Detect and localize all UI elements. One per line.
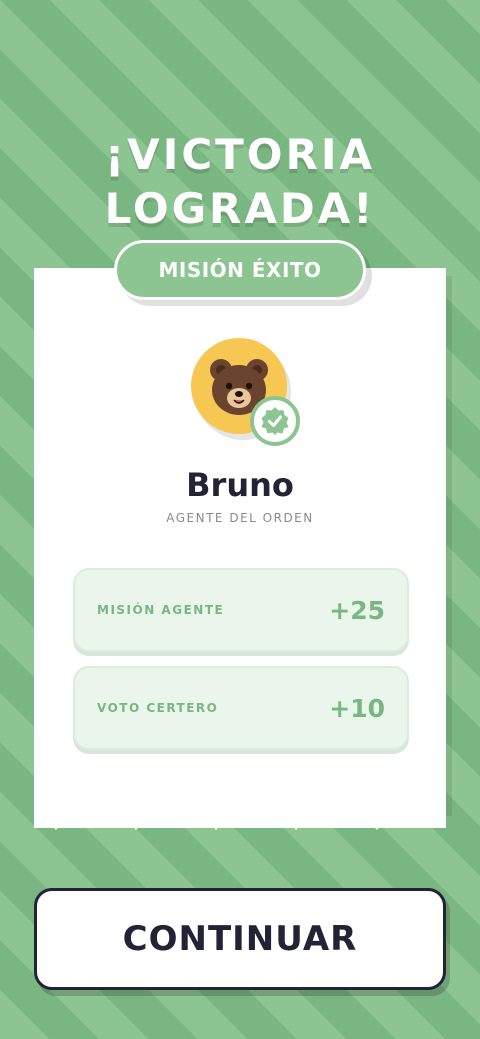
mission-result-badge: MISIÓN ÉXITO <box>114 240 366 300</box>
verified-check-icon <box>261 407 289 435</box>
victory-title-line-2: LOGRADA! <box>104 184 376 234</box>
reward-label: VOTO CERTERO <box>97 701 219 715</box>
victory-title: ¡VICTORIA LOGRADA! <box>0 128 480 236</box>
reward-label: MISIÓN AGENTE <box>97 603 225 617</box>
player-name: Bruno <box>186 466 294 504</box>
victory-title-line-1: ¡VICTORIA <box>105 130 375 180</box>
player-role: AGENTE DEL ORDEN <box>166 511 314 525</box>
card-torn-edge <box>34 784 446 830</box>
reward-points: +10 <box>329 693 385 723</box>
reward-row-correct-vote: VOTO CERTERO +10 <box>73 666 409 750</box>
verified-badge <box>250 396 300 446</box>
continue-button[interactable]: CONTINUAR <box>34 888 446 990</box>
reward-row-mission-agent: MISIÓN AGENTE +25 <box>73 568 409 652</box>
reward-points: +25 <box>329 595 385 625</box>
